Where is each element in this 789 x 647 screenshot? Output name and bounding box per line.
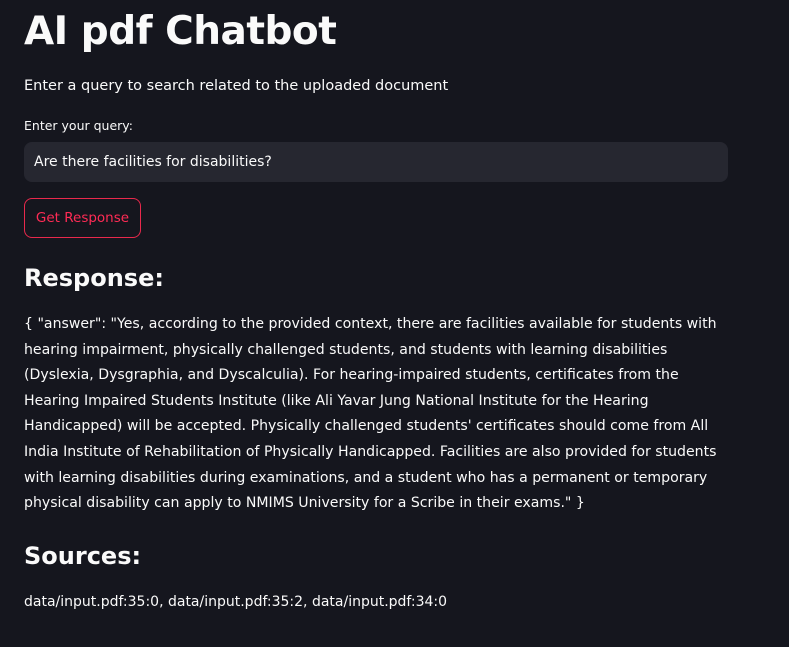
get-response-button[interactable]: Get Response (24, 198, 141, 238)
sources-text: data/input.pdf:35:0, data/input.pdf:35:2… (24, 594, 448, 610)
sources-heading: Sources: (24, 542, 142, 570)
query-input[interactable] (24, 142, 728, 182)
response-text: { "answer": "Yes, according to the provi… (24, 316, 717, 512)
main-container: AI pdf Chatbot Enter a query to search r… (0, 0, 789, 647)
response-heading: Response: (24, 264, 164, 292)
page-title: AI pdf Chatbot (24, 9, 337, 54)
query-label: Enter your query: (24, 118, 133, 133)
page-subtitle: Enter a query to search related to the u… (24, 78, 449, 94)
